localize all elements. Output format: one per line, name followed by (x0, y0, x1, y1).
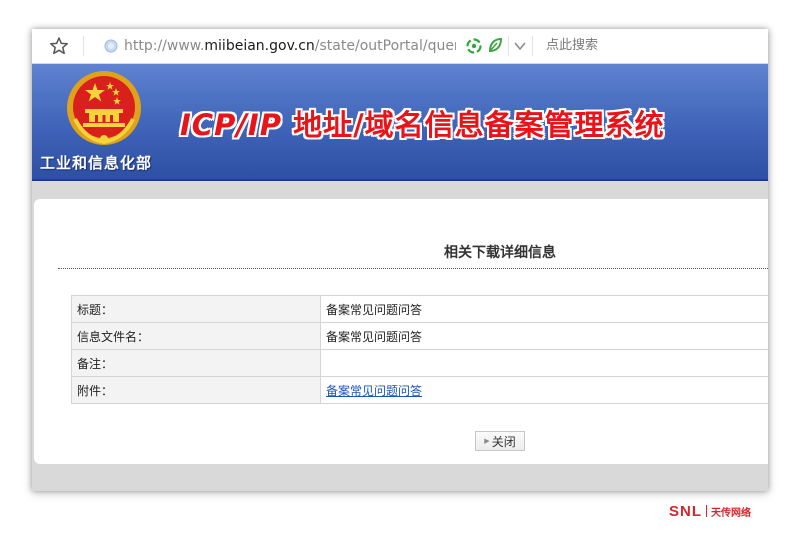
row-value: 备案常见问题问答 (320, 376, 768, 404)
security-360-icon[interactable] (466, 38, 482, 54)
watermark-divider (706, 505, 707, 517)
bookmark-star-icon[interactable] (49, 36, 69, 56)
row-label: 标题： (71, 295, 321, 323)
page-title: 相关下载详细信息 (444, 245, 556, 261)
toolbar-separator (508, 36, 509, 56)
row-value (320, 349, 768, 377)
page-info-icon[interactable] (104, 39, 118, 53)
table-row: 标题： 备案常见问题问答 (71, 295, 768, 323)
watermark-cn: 天传网络 (711, 507, 751, 519)
row-label: 备注： (71, 349, 321, 377)
table-row: 附件： 备案常见问题问答 (71, 376, 768, 404)
system-title-latin: ICP/IP (180, 108, 282, 142)
row-value: 备案常见问题问答 (320, 295, 768, 323)
close-button-label: 关闭 (491, 434, 516, 449)
arrow-right-icon: ▶ (484, 438, 490, 445)
url-prefix: http://www. (124, 38, 205, 54)
url-host: miibeian.gov.cn (204, 38, 315, 54)
row-label: 附件： (71, 376, 321, 404)
leaf-icon[interactable] (487, 37, 503, 54)
row-label: 信息文件名： (71, 322, 321, 350)
attachment-link[interactable]: 备案常见问题问答 (326, 384, 422, 398)
system-title: ICP/IP 地址/域名信息备案管理系统 (180, 102, 665, 144)
url-field[interactable]: http://www.miibeian.gov.cn/state/outPort… (124, 37, 456, 55)
dotted-divider (58, 268, 768, 269)
search-box[interactable]: 点此搜索 (546, 37, 598, 55)
detail-table: 标题： 备案常见问题问答 信息文件名： 备案常见问题问答 备注： 附件： 备案常… (71, 295, 768, 404)
table-row: 信息文件名： 备案常见问题问答 (71, 322, 768, 350)
table-row: 备注： (71, 349, 768, 377)
address-bar: http://www.miibeian.gov.cn/state/outPort… (32, 29, 768, 64)
url-path: /state/outPortal/quer (314, 38, 456, 54)
site-banner: 工业和信息化部 ICP/IP 地址/域名信息备案管理系统 (32, 64, 768, 181)
ministry-name: 工业和信息化部 (40, 154, 153, 172)
toolbar-separator (83, 36, 84, 56)
system-title-cn: 地址/域名信息备案管理系统 (281, 108, 665, 142)
row-value: 备案常见问题问答 (320, 322, 768, 350)
browser-window: http://www.miibeian.gov.cn/state/outPort… (32, 29, 768, 491)
chevron-down-icon[interactable] (512, 39, 528, 53)
close-button[interactable]: ▶ 关闭 (475, 431, 525, 451)
watermark-brand: SNL (669, 502, 702, 520)
toolbar-separator (532, 36, 533, 56)
watermark-logo: SNL 天传网络 (669, 502, 751, 520)
national-emblem-icon (67, 71, 141, 145)
